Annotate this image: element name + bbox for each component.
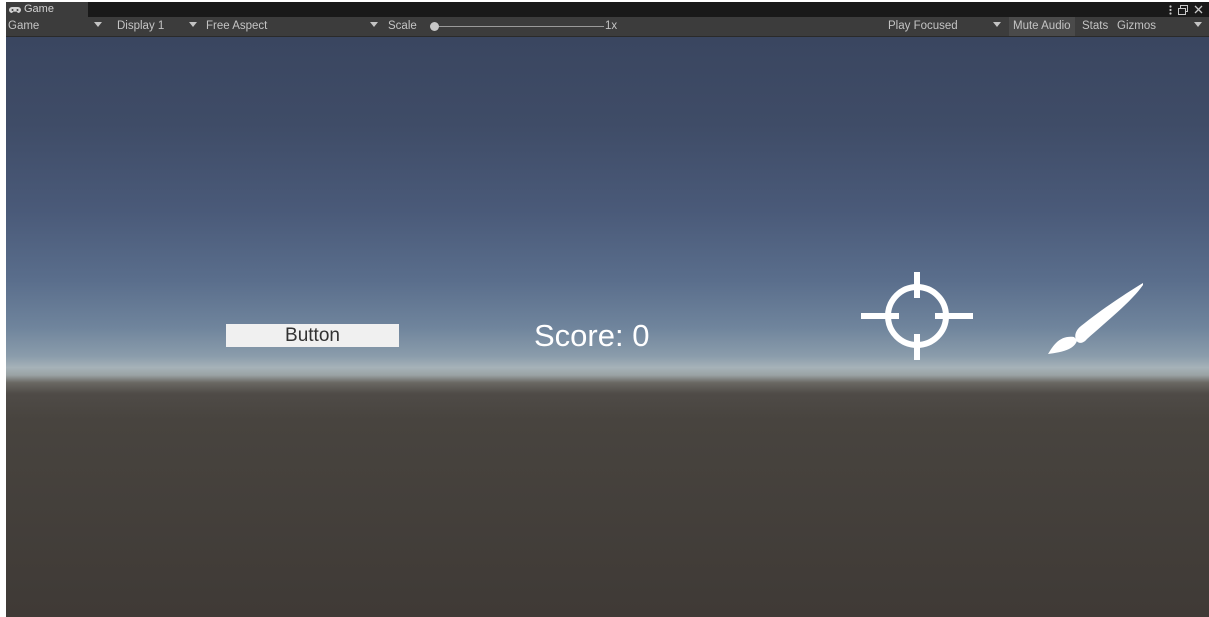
- play-mode-dropdown[interactable]: Play Focused: [888, 17, 958, 36]
- close-icon[interactable]: [1194, 5, 1203, 14]
- display-dropdown[interactable]: Display 1: [117, 17, 164, 36]
- chevron-down-icon[interactable]: [189, 17, 197, 36]
- more-options-icon[interactable]: [1169, 4, 1172, 15]
- aspect-label: Free Aspect: [206, 20, 268, 32]
- chevron-down-icon[interactable]: [1194, 17, 1202, 36]
- display-label: Display 1: [117, 20, 165, 32]
- chevron-down-icon[interactable]: [993, 17, 1001, 36]
- scale-value: 1x: [605, 20, 618, 32]
- view-mode-dropdown[interactable]: Game: [8, 17, 39, 36]
- paintbrush-icon[interactable]: [1044, 282, 1146, 354]
- chevron-down-icon[interactable]: [370, 17, 378, 36]
- view-mode-label: Game: [8, 20, 40, 32]
- scale-slider-track[interactable]: [436, 26, 604, 27]
- gamepad-icon: [9, 5, 21, 15]
- game-toolbar: Game Display 1 Free Aspect Scale 1x Play…: [6, 17, 1209, 37]
- crosshair-icon[interactable]: [861, 272, 973, 360]
- tab-game-label: Game: [24, 3, 54, 15]
- aspect-dropdown[interactable]: Free Aspect: [206, 17, 267, 36]
- score-text: Score: 0: [534, 318, 650, 353]
- window-controls: [1169, 2, 1203, 17]
- tab-game[interactable]: Game: [6, 2, 88, 17]
- gizmos-toggle[interactable]: Gizmos: [1117, 17, 1156, 36]
- game-ui-button[interactable]: Button: [226, 324, 399, 347]
- scale-label: Scale: [388, 20, 417, 32]
- stats-toggle[interactable]: Stats: [1082, 17, 1108, 36]
- game-window: Game Game Display 1 Free Aspect Scale 1x…: [6, 2, 1209, 617]
- maximize-icon[interactable]: [1178, 4, 1188, 15]
- mute-audio-toggle[interactable]: Mute Audio: [1009, 17, 1075, 36]
- game-viewport[interactable]: Button Score: 0: [6, 37, 1209, 617]
- scale-slider-thumb[interactable]: [430, 22, 439, 31]
- play-mode-label: Play Focused: [888, 20, 958, 32]
- tab-bar: Game: [6, 2, 1209, 17]
- chevron-down-icon[interactable]: [94, 17, 102, 36]
